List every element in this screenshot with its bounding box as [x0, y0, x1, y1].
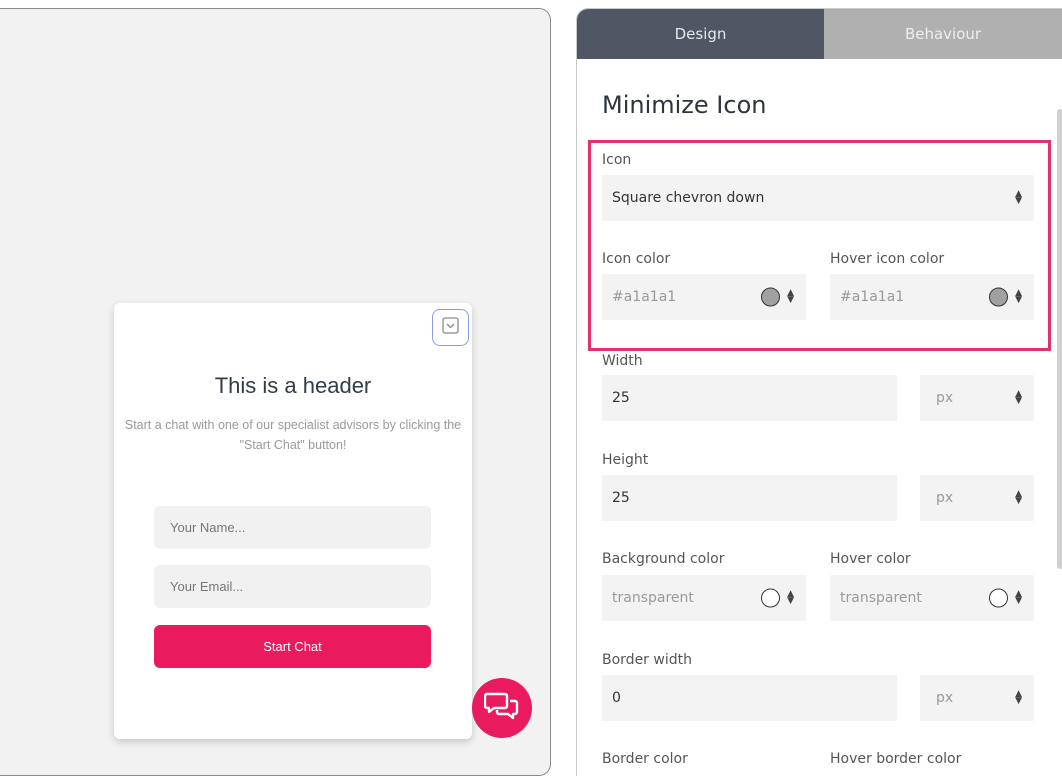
select-arrows-icon: ▲ ▼: [1015, 689, 1022, 706]
width-unit-select[interactable]: px ▲ ▼: [920, 375, 1034, 421]
widget-subtitle: Start a chat with one of our specialist …: [124, 418, 462, 452]
chat-launcher-button[interactable]: [472, 678, 532, 738]
height-label: Height: [602, 452, 649, 468]
border-width-unit-value: px: [936, 690, 954, 706]
select-arrows-icon: ▲ ▼: [1015, 489, 1022, 506]
icon-label: Icon: [602, 152, 632, 168]
icon-select[interactable]: Square chevron down ▲ ▼: [602, 175, 1034, 221]
hover-color-value: transparent: [840, 590, 922, 606]
border-width-unit-select[interactable]: px ▲ ▼: [920, 675, 1034, 721]
border-width-input[interactable]: 0: [602, 675, 897, 721]
border-width-label: Border width: [602, 652, 692, 668]
select-arrows-icon: ▲ ▼: [1015, 589, 1022, 606]
widget-header: This is a header: [214, 373, 372, 398]
hover-icon-color-picker[interactable]: #a1a1a1 ▲ ▼: [830, 274, 1034, 320]
width-value: 25: [612, 390, 630, 406]
height-input[interactable]: 25: [602, 475, 897, 521]
icon-color-swatch: [761, 287, 780, 307]
hover-color-picker[interactable]: transparent ▲ ▼: [830, 575, 1034, 621]
chat-bubbles-icon: [483, 691, 520, 726]
start-chat-button[interactable]: Start Chat: [154, 625, 431, 668]
tab-bar: Design Behaviour: [577, 9, 1062, 59]
section-title: Minimize Icon: [602, 91, 767, 119]
background-color-value: transparent: [612, 590, 694, 606]
select-arrows-icon: ▲ ▼: [787, 589, 794, 606]
tab-behaviour[interactable]: Behaviour: [824, 9, 1062, 59]
background-color-label: Background color: [602, 551, 725, 567]
hover-icon-color-label: Hover icon color: [830, 251, 945, 267]
icon-color-value: #a1a1a1: [612, 289, 677, 305]
background-color-swatch: [761, 588, 780, 608]
border-color-label: Border color: [602, 751, 688, 767]
name-input[interactable]: Your Name...: [154, 506, 431, 549]
hover-icon-color-swatch: [989, 287, 1008, 307]
select-arrows-icon: ▲ ▼: [1015, 389, 1022, 406]
tab-design[interactable]: Design: [577, 9, 824, 59]
hover-icon-color-value: #a1a1a1: [840, 289, 905, 305]
height-value: 25: [612, 490, 630, 506]
width-input[interactable]: 25: [602, 375, 897, 421]
icon-select-value: Square chevron down: [612, 190, 765, 206]
width-label: Width: [602, 353, 643, 367]
hover-border-color-label: Hover border color: [830, 751, 962, 767]
select-arrows-icon: ▲ ▼: [1015, 288, 1022, 305]
widget-preview-area: This is a header Start a chat with one o…: [0, 8, 551, 776]
hover-color-swatch: [989, 588, 1008, 608]
select-arrows-icon: ▲ ▼: [787, 288, 794, 305]
height-unit-value: px: [936, 490, 954, 506]
minimize-button[interactable]: [432, 309, 469, 346]
border-width-value: 0: [612, 690, 621, 706]
icon-color-picker[interactable]: #a1a1a1 ▲ ▼: [602, 274, 806, 320]
email-input[interactable]: Your Email...: [154, 565, 431, 608]
chat-widget-card: This is a header Start a chat with one o…: [114, 303, 472, 739]
select-arrows-icon: ▲ ▼: [1015, 189, 1022, 206]
square-chevron-down-icon: [442, 316, 459, 339]
width-unit-value: px: [936, 390, 954, 406]
panel-scrollbar[interactable]: [1057, 109, 1062, 569]
hover-color-label: Hover color: [830, 551, 911, 567]
height-unit-select[interactable]: px ▲ ▼: [920, 475, 1034, 521]
icon-color-label: Icon color: [602, 251, 671, 267]
background-color-picker[interactable]: transparent ▲ ▼: [602, 575, 806, 621]
settings-panel: Design Behaviour Minimize Icon Icon Squa…: [576, 8, 1062, 776]
